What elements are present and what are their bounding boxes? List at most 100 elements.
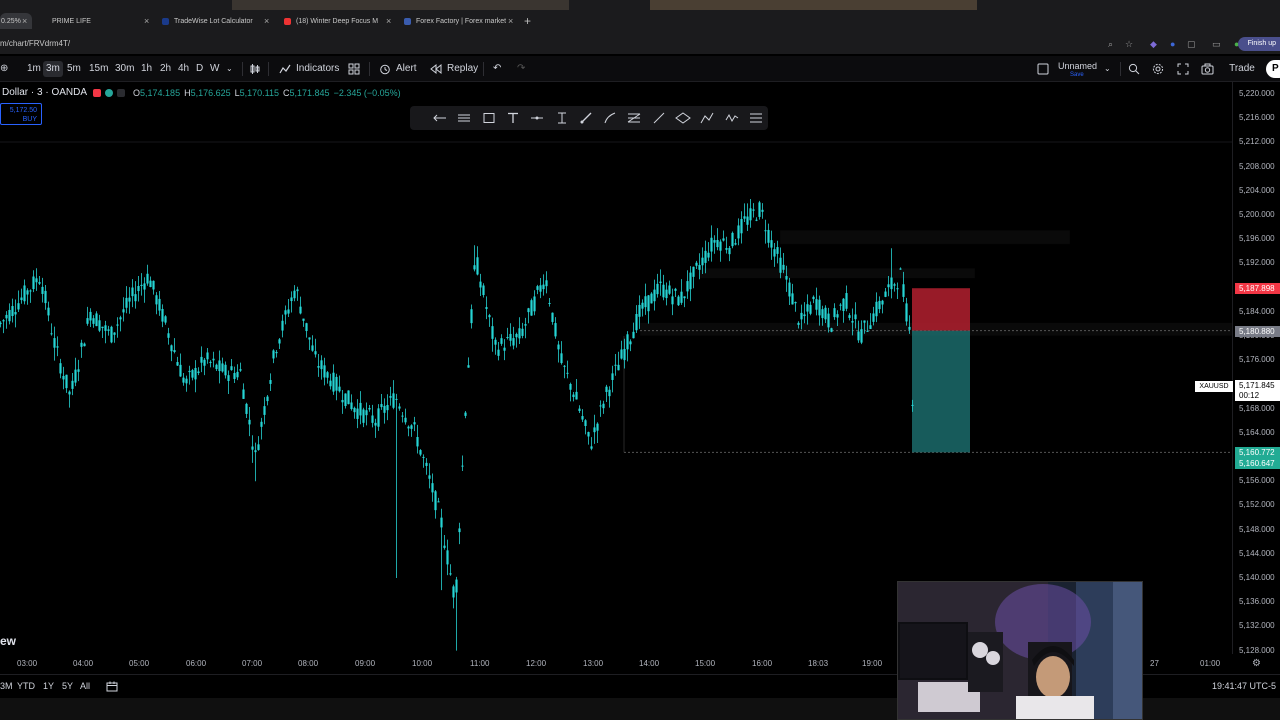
trend-line-icon[interactable] bbox=[647, 109, 671, 127]
candle-body bbox=[653, 289, 656, 302]
candle-body bbox=[416, 437, 419, 447]
timeframe-1m[interactable]: 1m bbox=[24, 61, 44, 77]
timeframe-2h[interactable]: 2h bbox=[157, 61, 174, 77]
redo-icon[interactable]: ↷ bbox=[517, 61, 525, 77]
brush-icon[interactable] bbox=[574, 109, 598, 127]
arrow-line-icon[interactable] bbox=[428, 109, 452, 127]
layout-checkbox-icon[interactable] bbox=[1037, 61, 1054, 77]
chart-clock[interactable]: 19:41:47 UTC-5 bbox=[1212, 681, 1276, 691]
candle-body bbox=[527, 308, 530, 313]
price-chart[interactable] bbox=[0, 82, 1232, 654]
bookmark-star-icon[interactable]: ☆ bbox=[1125, 39, 1133, 50]
rectangle-icon[interactable] bbox=[477, 109, 501, 127]
range-5y[interactable]: 5Y bbox=[62, 681, 73, 691]
candle-body bbox=[722, 238, 725, 241]
more-tools-icon[interactable] bbox=[744, 109, 768, 127]
range-1y[interactable]: 1Y bbox=[43, 681, 54, 691]
indicators-button[interactable]: Indicators bbox=[279, 61, 339, 77]
settings-gear-icon[interactable] bbox=[1152, 61, 1169, 77]
text-icon[interactable] bbox=[501, 109, 525, 127]
close-icon[interactable]: × bbox=[144, 16, 149, 26]
timeframe-30m[interactable]: 30m bbox=[112, 61, 137, 77]
layouts-grid-icon[interactable] bbox=[348, 61, 365, 77]
candle-body bbox=[617, 364, 620, 371]
candle-body bbox=[635, 314, 638, 331]
polyline-icon[interactable] bbox=[719, 109, 743, 127]
sidebar-icon[interactable]: ▭ bbox=[1212, 39, 1221, 50]
replay-button[interactable]: Replay bbox=[430, 61, 478, 77]
candle-body bbox=[428, 475, 431, 479]
timeframe-5m[interactable]: 5m bbox=[64, 61, 84, 77]
undo-icon[interactable]: ↶ bbox=[493, 61, 501, 77]
publish-button[interactable]: P bbox=[1266, 60, 1280, 78]
chevron-down-icon[interactable]: ⌄ bbox=[1104, 61, 1111, 77]
candle-body bbox=[557, 344, 560, 350]
candle-body bbox=[146, 273, 149, 284]
timeframe-4h[interactable]: 4h bbox=[175, 61, 192, 77]
browser-tab[interactable]: TradeWise Lot Calculator × bbox=[162, 13, 272, 29]
zoom-icon[interactable]: ⌕ bbox=[1108, 39, 1113, 50]
range-ytd[interactable]: YTD bbox=[17, 681, 35, 691]
timeframe-1h[interactable]: 1h bbox=[138, 61, 155, 77]
candle-body bbox=[671, 296, 674, 305]
candle-body bbox=[545, 280, 548, 287]
horizontal-ray-icon[interactable] bbox=[525, 109, 549, 127]
ellipse-icon[interactable] bbox=[671, 109, 695, 127]
close-icon[interactable]: × bbox=[386, 16, 391, 26]
finish-update-button[interactable]: Finish up bbox=[1237, 37, 1280, 51]
candle-body bbox=[878, 300, 881, 310]
candle-body bbox=[683, 296, 686, 299]
symbol-name[interactable]: Dollar · 3 · OANDA bbox=[2, 87, 87, 98]
buy-order-box[interactable]: 5,172.50 BUY bbox=[0, 103, 42, 125]
browser-tab[interactable]: 0.25% × bbox=[0, 13, 32, 29]
browser-tab[interactable]: (18) Winter Deep Focus M × bbox=[284, 13, 394, 29]
range-3m[interactable]: 3M bbox=[0, 681, 13, 691]
timeframe-D[interactable]: D bbox=[193, 61, 206, 77]
extension-icon[interactable]: ◆ bbox=[1150, 39, 1157, 50]
candle-body bbox=[98, 320, 101, 331]
calendar-icon[interactable] bbox=[106, 681, 118, 694]
timeframe-15m[interactable]: 15m bbox=[86, 61, 111, 77]
candle-body bbox=[623, 349, 626, 361]
close-icon[interactable]: × bbox=[264, 16, 269, 26]
camera-icon[interactable] bbox=[1201, 61, 1219, 77]
trade-button[interactable]: Trade bbox=[1226, 60, 1258, 78]
menu-icon[interactable] bbox=[117, 88, 126, 97]
close-icon[interactable]: × bbox=[22, 16, 27, 26]
price-axis[interactable]: 5,220.000 5,216.000 5,212.000 5,208.000 5,20… bbox=[1232, 82, 1280, 655]
fullscreen-icon[interactable] bbox=[1177, 61, 1194, 77]
chevron-down-icon[interactable]: ⌄ bbox=[226, 61, 233, 77]
time-tick-label: 15:00 bbox=[695, 659, 716, 668]
tradingview-logo-partial: ew bbox=[0, 634, 17, 648]
candle-body bbox=[323, 365, 326, 378]
candle-body bbox=[509, 333, 512, 341]
candle-body bbox=[704, 250, 707, 263]
candle-type-icon[interactable] bbox=[249, 61, 266, 77]
webcam-overlay bbox=[897, 581, 1143, 720]
timeframe-W[interactable]: W bbox=[207, 61, 222, 77]
range-all[interactable]: All bbox=[80, 681, 90, 691]
settings-gear-icon[interactable]: ⚙ bbox=[1252, 658, 1261, 669]
horizontal-lines-icon[interactable] bbox=[452, 109, 476, 127]
candle-body bbox=[860, 329, 863, 343]
browser-tab[interactable]: Forex Factory | Forex market × bbox=[404, 13, 516, 29]
extension-icon[interactable]: ▢ bbox=[1187, 39, 1196, 50]
fib-retracement-icon[interactable] bbox=[622, 109, 646, 127]
candle-body bbox=[107, 329, 110, 331]
alert-button[interactable]: Alert bbox=[379, 61, 417, 77]
path-icon[interactable] bbox=[695, 109, 719, 127]
timeframe-3m[interactable]: 3m bbox=[43, 61, 63, 77]
candle-body bbox=[269, 380, 272, 384]
close-icon[interactable]: × bbox=[508, 16, 513, 26]
new-tab-button[interactable]: + bbox=[524, 14, 531, 28]
measure-icon[interactable] bbox=[549, 109, 573, 127]
add-symbol-icon[interactable]: ⊕ bbox=[0, 61, 8, 77]
url-field[interactable]: m/chart/FRVdrm4T/ bbox=[0, 39, 70, 48]
extension-icon[interactable]: ● bbox=[1170, 39, 1175, 49]
browser-tab[interactable]: PRIME LIFE × bbox=[42, 13, 152, 29]
candle-body bbox=[833, 308, 836, 318]
candle-body bbox=[605, 386, 608, 392]
quick-search-icon[interactable] bbox=[1128, 61, 1145, 77]
pen-icon[interactable] bbox=[598, 109, 622, 127]
candle-body bbox=[380, 404, 383, 408]
